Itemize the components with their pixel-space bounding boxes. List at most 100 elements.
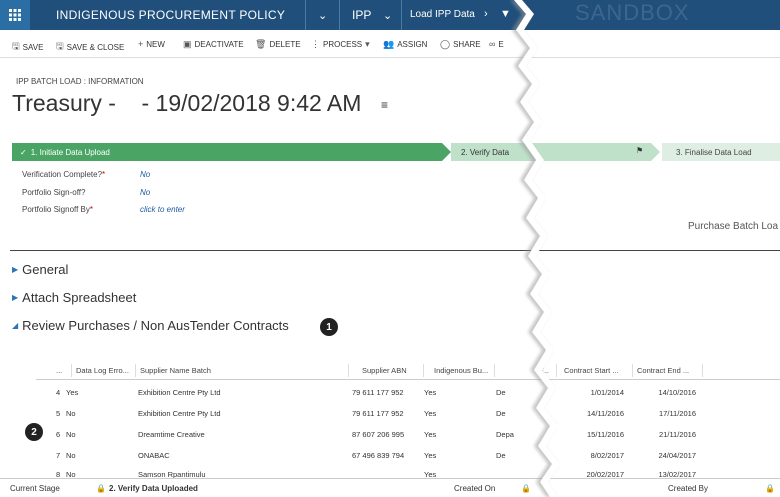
section-attach-spreadsheet[interactable]: ▶ Attach Spreadsheet: [12, 290, 136, 305]
section-review-purchases[interactable]: ◢ Review Purchases / Non AusTender Contr…: [12, 318, 289, 333]
section-general-label: General: [22, 262, 69, 277]
save-button[interactable]: 🖫 SAVE: [12, 39, 43, 55]
col-header-abn[interactable]: Supplier ABN: [362, 366, 422, 375]
flag-icon: ⚑: [636, 146, 644, 155]
grid-header: ... Data Log Erro... Supplier Name Batch…: [36, 361, 780, 380]
field-label-signoff-by: Portfolio Signoff By*: [22, 205, 93, 214]
stage-initiate[interactable]: ✓ 1. Initiate Data Upload: [12, 143, 442, 161]
col-header-dept[interactable]: F...: [539, 366, 553, 375]
col-separator: [556, 364, 557, 377]
cell-indigenous: Yes: [424, 451, 437, 460]
entity-name[interactable]: Load IPP Data: [410, 9, 475, 20]
new-button[interactable]: + NEW: [138, 39, 165, 49]
col-header-supplier[interactable]: Supplier Name Batch: [140, 366, 260, 375]
cell-start: 14/11/2016: [587, 409, 624, 418]
cell-supplier[interactable]: Exhibition Centre Pty Ltd: [138, 388, 221, 397]
col-separator: [494, 364, 495, 377]
list-menu-icon[interactable]: ≡: [381, 98, 388, 112]
stage-finalise-label: 3. Finalise Data Load: [676, 147, 752, 157]
chevron-down-icon[interactable]: ⌄: [318, 9, 327, 22]
section-attach-label: Attach Spreadsheet: [22, 290, 137, 305]
cell-indigenous: Yes: [424, 388, 437, 397]
more-icon[interactable]: ▼: [500, 8, 511, 20]
expand-icon: ▶: [12, 265, 19, 274]
delete-button[interactable]: 🗑 DELETE: [255, 39, 301, 50]
stage-arrow: [442, 143, 451, 161]
cell-log: No: [66, 451, 76, 460]
field-value-portfolio-signoff[interactable]: No: [140, 188, 150, 197]
cell-supplier[interactable]: Exhibition Centre Pty Ltd: [138, 409, 221, 418]
col-header-end[interactable]: Contract End ...: [637, 366, 701, 375]
trash-icon: 🗑: [255, 39, 267, 49]
assign-label: ASSIGN: [397, 40, 428, 49]
share-button[interactable]: ◯ SHARE: [440, 39, 481, 50]
col-header-start[interactable]: Contract Start ...: [564, 366, 630, 375]
assign-button[interactable]: 👥 ASSIGN: [383, 39, 427, 50]
field-label-portfolio-signoff: Portfolio Sign-off?: [22, 188, 86, 197]
cell-num: 4: [56, 388, 61, 397]
cell-abn: 79 611 177 952: [352, 388, 404, 397]
cell-start: 20/02/2017: [586, 470, 624, 478]
chevron-right-icon[interactable]: ›: [484, 8, 488, 20]
section-general[interactable]: ▶ General: [12, 262, 68, 277]
cell-supplier[interactable]: Dreamtime Creative: [138, 430, 205, 439]
email-link-button[interactable]: ∞ E: [489, 39, 504, 49]
field-label-text: Portfolio Signoff By: [22, 205, 90, 214]
table-row[interactable]: 8 No Samson Rpantimulu Yes 20/02/2017 13…: [36, 466, 780, 478]
module-name[interactable]: IPP: [352, 8, 371, 22]
cell-log: No: [66, 430, 76, 439]
deactivate-label: DEACTIVATE: [194, 40, 244, 49]
lock-icon: 🔒: [96, 484, 106, 493]
cell-dept: De: [496, 451, 506, 460]
cell-start: 8/02/2017: [590, 451, 624, 460]
lock-icon: 🔒: [521, 484, 531, 493]
col-header-indigenous[interactable]: Indigenous Bu...: [434, 366, 494, 375]
assign-icon: 👥: [383, 39, 395, 49]
nav-divider: [401, 0, 402, 30]
cell-start: 15/11/2016: [587, 430, 624, 439]
save-close-button[interactable]: 🖫 SAVE & CLOSE: [56, 39, 124, 55]
field-value-signoff-by[interactable]: click to enter: [140, 205, 185, 214]
save-close-icon: 🖫: [56, 41, 64, 51]
col-separator: [348, 364, 349, 377]
cell-num: 7: [56, 451, 61, 460]
col-header-log[interactable]: Data Log Erro...: [76, 366, 134, 375]
cell-num: 5: [56, 409, 61, 418]
delete-label: DELETE: [269, 40, 301, 49]
table-row[interactable]: 6 No Dreamtime Creative 87 607 206 995 Y…: [36, 424, 780, 445]
deactivate-icon: ▣: [183, 39, 192, 49]
stage-verify[interactable]: 2. Verify Data: [451, 143, 651, 161]
top-nav-bar: INDIGENOUS PROCUREMENT POLICY ⌄ IPP ⌄ Lo…: [0, 0, 780, 30]
cell-supplier[interactable]: Samson Rpantimulu: [138, 470, 206, 478]
field-value-verification[interactable]: No: [140, 170, 150, 179]
new-label: NEW: [146, 39, 165, 49]
app-launcher-button[interactable]: [0, 0, 30, 30]
collapse-icon: ◢: [12, 321, 19, 330]
col-header-num[interactable]: ...: [56, 366, 70, 375]
cell-abn: 79 611 177 952: [352, 409, 404, 418]
col-separator: [632, 364, 633, 377]
email-label: E: [498, 39, 504, 49]
deactivate-button[interactable]: ▣ DEACTIVATE: [183, 39, 244, 50]
process-button[interactable]: ⋮ PROCESS ▾: [311, 39, 370, 50]
app-title[interactable]: INDIGENOUS PROCUREMENT POLICY: [56, 8, 285, 22]
cell-supplier[interactable]: ONABAC: [138, 451, 170, 460]
created-by-label: Created By: [668, 484, 709, 493]
table-row[interactable]: 5 No Exhibition Centre Pty Ltd 79 611 17…: [36, 403, 780, 424]
page-title: Treasury - - 19/02/2018 9:42 AM: [12, 90, 362, 116]
app-root: INDIGENOUS PROCUREMENT POLICY ⌄ IPP ⌄ Lo…: [0, 0, 780, 497]
stage-finalise[interactable]: 3. Finalise Data Load: [662, 143, 780, 161]
table-row[interactable]: 7 No ONABAC 67 496 839 794 Yes De 8/02/2…: [36, 445, 780, 466]
cell-log: No: [66, 409, 76, 418]
chevron-down-icon[interactable]: ⌄: [383, 9, 392, 22]
section-divider: [10, 250, 780, 251]
save-close-label: SAVE & CLOSE: [66, 42, 125, 52]
stage-arrow: [651, 143, 660, 161]
share-icon: ◯: [440, 39, 451, 49]
cell-end: 13/02/2017: [658, 470, 696, 478]
cell-abn: 87 607 206 995: [352, 430, 405, 439]
stage-initiate-label: 1. Initiate Data Upload: [30, 147, 110, 157]
app-grid-icon: [9, 9, 21, 21]
created-on-label: Created On: [454, 484, 496, 493]
table-row[interactable]: 4 Yes Exhibition Centre Pty Ltd 79 611 1…: [36, 382, 780, 403]
